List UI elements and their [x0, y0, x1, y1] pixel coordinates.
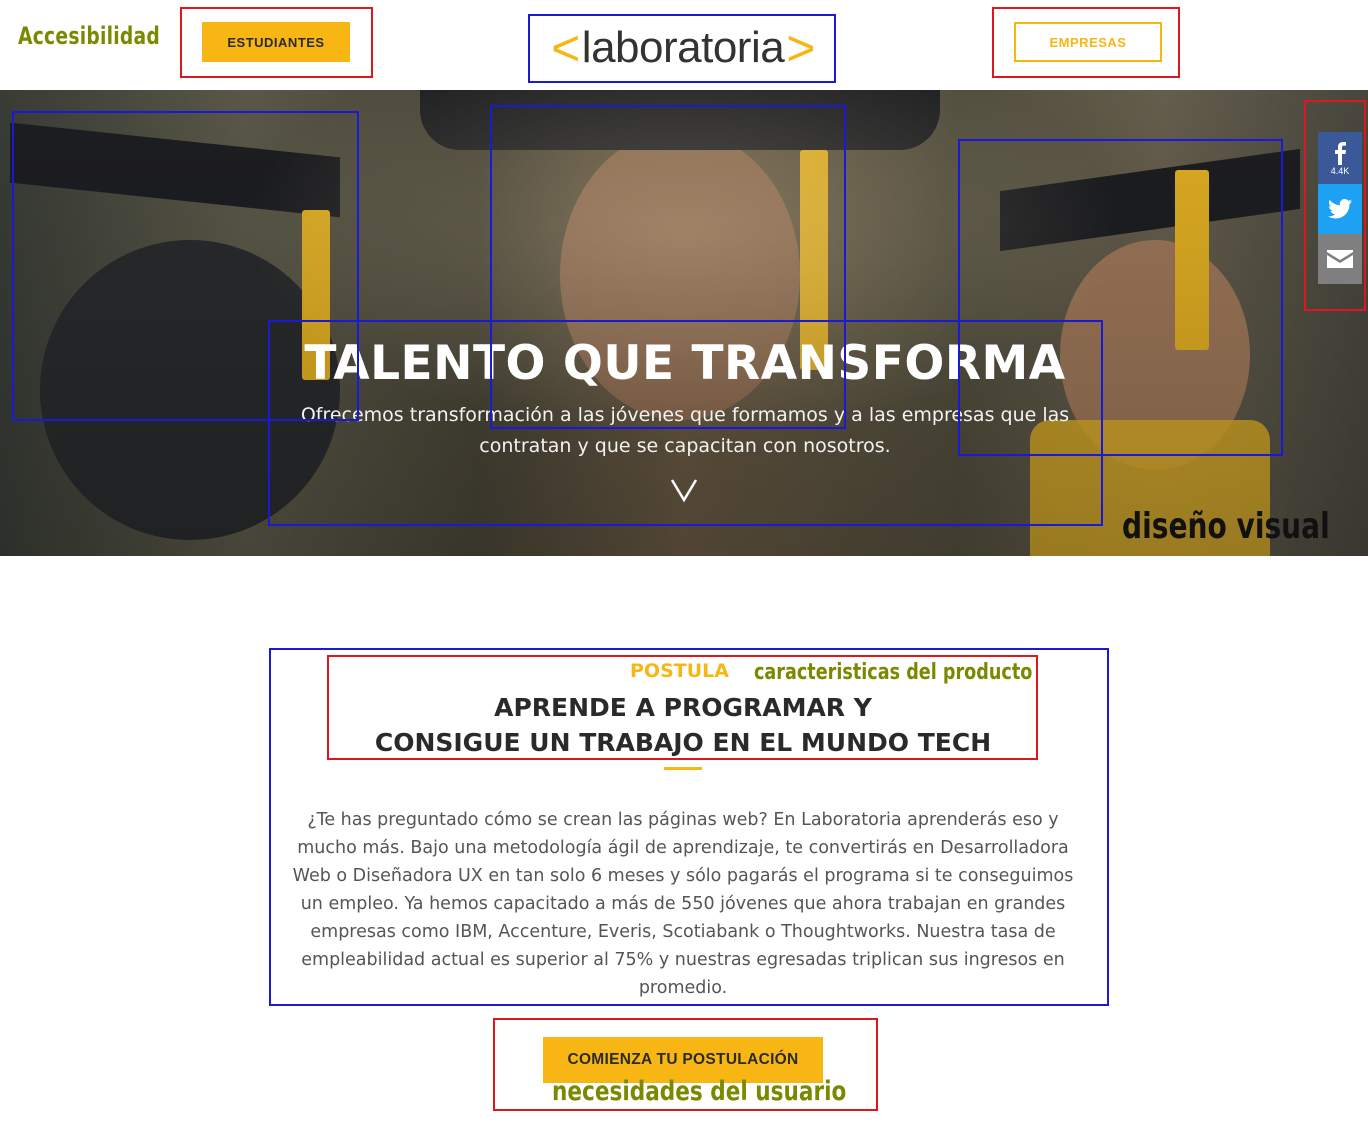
facebook-icon: [1335, 141, 1346, 165]
chevron-down-icon[interactable]: [664, 476, 704, 506]
section-body: ¿Te has preguntado cómo se crean las pág…: [292, 810, 1074, 998]
section-eyebrow: POSTULA: [630, 660, 729, 682]
section-title: APRENDE A PROGRAMAR Y CONSIGUE UN TRABAJ…: [300, 690, 1066, 760]
logo-left-chevron: <: [551, 20, 580, 76]
logo-wordmark: laboratoria: [581, 23, 785, 72]
estudiantes-button[interactable]: ESTUDIANTES: [202, 22, 350, 62]
logo-right-chevron: >: [786, 20, 815, 76]
social-share-bar: 4.4K: [1318, 132, 1362, 284]
hero-title: TALENTO QUE TRANSFORMA: [304, 336, 1066, 391]
empresas-button[interactable]: EMPRESAS: [1014, 22, 1162, 62]
section-title-line1: APRENDE A PROGRAMAR Y: [494, 693, 872, 722]
annotation-caracteristicas: caracteristicas del producto: [754, 660, 1033, 685]
email-share-button[interactable]: [1318, 234, 1362, 284]
email-icon: [1327, 250, 1353, 268]
laboratoria-logo[interactable]: < laboratoria >: [530, 14, 836, 82]
site-header: Accesibilidad ESTUDIANTES < laboratoria …: [0, 0, 1368, 90]
twitter-icon: [1328, 199, 1352, 219]
annotation-accesibilidad: Accesibilidad: [18, 22, 161, 50]
annotation-diseno-visual: diseño visual: [1122, 506, 1330, 547]
section-title-line2: CONSIGUE UN TRABAJO EN EL MUNDO TECH: [374, 728, 992, 757]
twitter-share-button[interactable]: [1318, 184, 1362, 234]
facebook-share-button[interactable]: 4.4K: [1318, 132, 1362, 184]
hero-subtitle: Ofrecemos transformación a las jóvenes q…: [300, 404, 1070, 457]
annotation-necesidades: necesidades del usuario: [552, 1076, 847, 1107]
title-divider: [664, 767, 702, 770]
hero-banner: TALENTO QUE TRANSFORMA Ofrecemos transfo…: [0, 90, 1368, 556]
facebook-share-count: 4.4K: [1330, 165, 1350, 176]
